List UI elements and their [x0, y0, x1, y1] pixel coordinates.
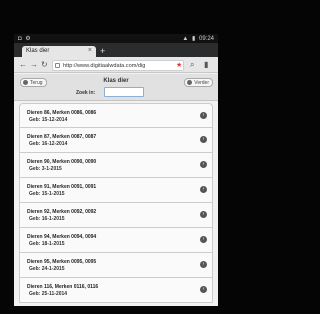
list-item[interactable]: Dieren 91, Merken 0091, 0091 Geb: 15-1-2…: [19, 178, 213, 203]
chevron-right-icon: ›: [200, 286, 207, 293]
url-text: http://www.digitiaalwdata.com/dig: [63, 63, 146, 69]
chevron-right-icon: ›: [200, 136, 207, 143]
search-icon[interactable]: ⌕: [190, 60, 194, 70]
list-item[interactable]: Dieren 92, Merken 0092, 0092 Geb: 16-1-2…: [19, 203, 213, 228]
item-birthdate: Geb: 3-1-2015: [29, 166, 62, 172]
status-right: ▲ ▮ 09:24: [180, 35, 214, 42]
item-title: Dieren 116, Merken 0116, 0116: [27, 284, 99, 290]
item-birthdate: Geb: 15-12-2014: [29, 117, 68, 123]
search-label: Zoek in:: [76, 90, 96, 96]
item-birthdate: Geb: 16-12-2014: [29, 141, 68, 147]
url-bar[interactable]: http://www.digitiaalwdata.com/dig: [52, 60, 184, 71]
item-title: Dieren 95, Merken 0095, 0095: [27, 259, 97, 265]
item-title: Dieren 94, Merken 0094, 0094: [27, 234, 97, 240]
list-item[interactable]: Dieren 90, Merken 0090, 0090 Geb: 3-1-20…: [19, 153, 213, 178]
tab-title: Klas dier: [26, 48, 50, 54]
page-header: Terug Klas dier Verder Zoek in:: [14, 74, 218, 101]
item-birthdate: Geb: 25-11-2014: [29, 291, 68, 297]
chevron-right-icon: ›: [200, 161, 207, 168]
list-item[interactable]: Dieren 116, Merken 0116, 0116 Geb: 25-11…: [19, 278, 213, 303]
item-title: Dieren 92, Merken 0092, 0092: [27, 209, 97, 215]
notification-icons: ◘ ⚙: [18, 36, 32, 42]
page-icon: [55, 63, 60, 68]
chevron-right-icon: ›: [200, 261, 207, 268]
chevron-right-icon: ›: [200, 112, 207, 119]
animal-list: Dieren 86, Merken 0086, 0086 Geb: 15-12-…: [19, 103, 213, 303]
chevron-right-icon: ›: [200, 236, 207, 243]
next-button-label: Verder: [194, 80, 209, 86]
list-item[interactable]: Dieren 87, Merken 0087, 0087 Geb: 16-12-…: [19, 128, 213, 153]
item-title: Dieren 87, Merken 0087, 0087: [27, 134, 97, 140]
bookmarks-icon[interactable]: ▮: [204, 60, 208, 70]
item-birthdate: Geb: 24-1-2015: [29, 266, 65, 272]
list-item[interactable]: Dieren 86, Merken 0086, 0086 Geb: 15-12-…: [19, 103, 213, 128]
item-title: Dieren 91, Merken 0091, 0091: [27, 184, 97, 190]
battery-icon: ▮: [192, 36, 196, 42]
phone-screen: ◘ ⚙ ▲ ▮ 09:24 Klas dier × + ← → ↻ http:/…: [14, 34, 218, 306]
signal-icon: ▲: [182, 36, 189, 42]
list-item[interactable]: Dieren 94, Merken 0094, 0094 Geb: 18-1-2…: [19, 228, 213, 253]
item-title: Dieren 90, Merken 0090, 0090: [27, 159, 97, 165]
reload-icon[interactable]: ↻: [41, 60, 48, 70]
item-birthdate: Geb: 16-1-2015: [29, 216, 65, 222]
chevron-right-icon: ›: [200, 211, 207, 218]
browser-tab[interactable]: Klas dier ×: [22, 46, 96, 57]
forward-arrow-icon[interactable]: →: [30, 60, 38, 70]
list-item[interactable]: Dieren 95, Merken 0095, 0095 Geb: 24-1-2…: [19, 253, 213, 278]
back-arrow-icon[interactable]: ←: [19, 60, 27, 70]
chevron-right-icon: ›: [200, 186, 207, 193]
new-tab-button[interactable]: +: [100, 46, 105, 56]
clock: 09:24: [198, 36, 214, 42]
status-bar: ◘ ⚙ ▲ ▮ 09:24: [14, 34, 218, 43]
search-input[interactable]: [104, 87, 144, 97]
item-title: Dieren 86, Merken 0086, 0086: [27, 110, 97, 116]
item-birthdate: Geb: 18-1-2015: [29, 241, 65, 247]
tab-close-icon[interactable]: ×: [88, 47, 92, 54]
tab-strip: Klas dier × +: [14, 43, 218, 57]
bookmark-star-icon[interactable]: ★: [176, 62, 182, 70]
item-birthdate: Geb: 15-1-2015: [29, 191, 65, 197]
next-button[interactable]: Verder: [184, 78, 213, 87]
browser-toolbar: ← → ↻ http://www.digitiaalwdata.com/dig …: [14, 57, 218, 73]
next-circle-icon: [187, 80, 193, 85]
